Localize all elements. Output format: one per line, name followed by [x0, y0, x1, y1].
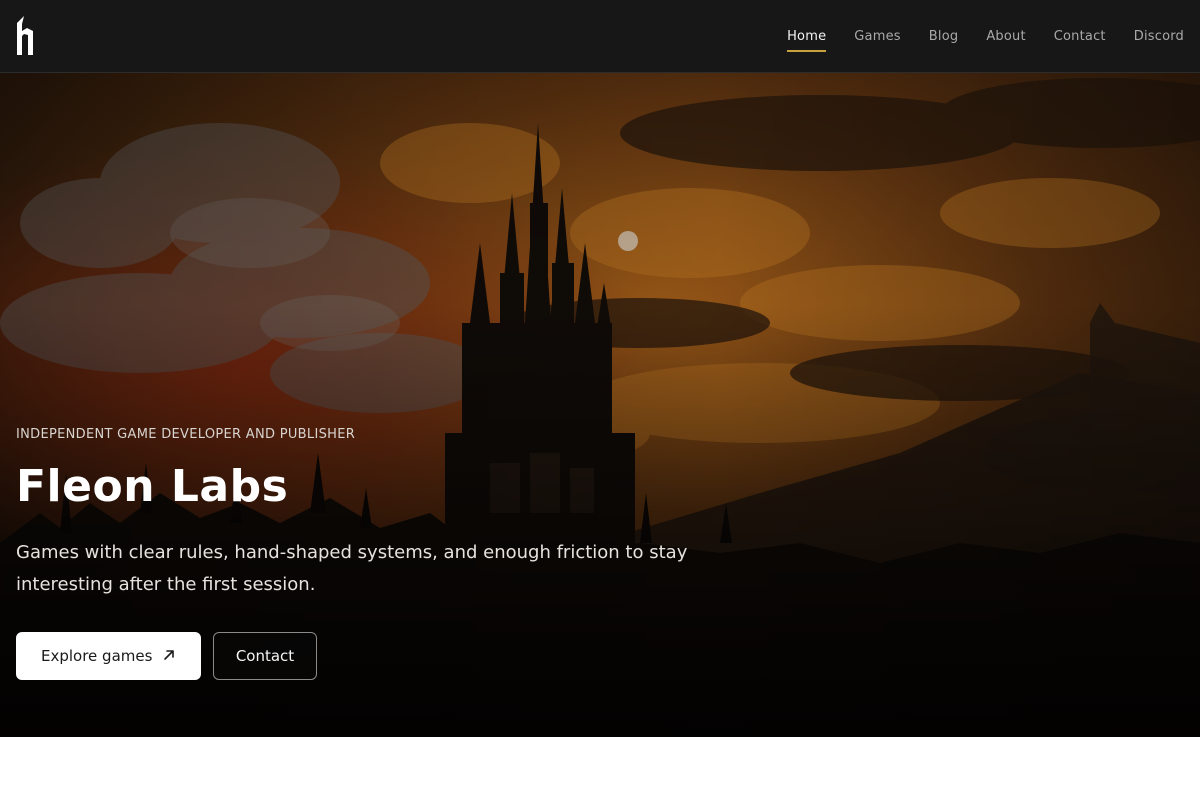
hero-eyebrow: INDEPENDENT GAME DEVELOPER AND PUBLISHER: [16, 427, 356, 442]
site-header: Home Games Blog About Contact Discord: [0, 0, 1200, 73]
nav-item-games[interactable]: Games: [854, 25, 900, 48]
nav-item-contact[interactable]: Contact: [1054, 25, 1106, 48]
nav-item-discord[interactable]: Discord: [1134, 25, 1184, 48]
fleon-logo-icon[interactable]: [14, 15, 36, 57]
contact-button-label: Contact: [235, 647, 295, 665]
arrow-up-right-icon: [164, 650, 174, 660]
explore-games-label: Explore games: [41, 647, 153, 665]
hero-section: INDEPENDENT GAME DEVELOPER AND PUBLISHER…: [0, 73, 1200, 737]
content-area: [0, 737, 1200, 800]
nav-item-blog[interactable]: Blog: [929, 25, 959, 48]
hero-title: Fleon Labs: [16, 461, 289, 512]
main-nav: Home Games Blog About Contact Discord: [759, 0, 1184, 72]
explore-games-button[interactable]: Explore games: [16, 632, 201, 680]
contact-button[interactable]: Contact: [213, 632, 317, 680]
nav-item-home[interactable]: Home: [787, 25, 827, 52]
hero-description: Games with clear rules, hand-shaped syst…: [16, 542, 688, 595]
nav-item-about[interactable]: About: [986, 25, 1025, 48]
